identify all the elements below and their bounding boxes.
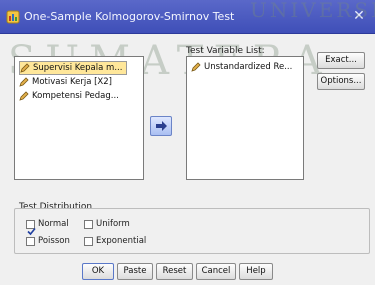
uniform-checkbox[interactable] xyxy=(84,220,93,229)
checkmark-icon xyxy=(27,227,36,236)
list-item-supervisi[interactable]: Supervisi Kepala m... xyxy=(19,61,128,75)
cancel-button[interactable]: Cancel xyxy=(196,263,236,280)
window-title: One-Sample Kolmogorov-Smirnov Test xyxy=(24,10,235,23)
list-item-unstandardized[interactable]: Unstandardized Re... xyxy=(191,61,292,73)
uniform-label: Uniform xyxy=(96,219,130,229)
list-item-label: Unstandardized Re... xyxy=(204,62,293,72)
list-item-label: Kompetensi Pedag... xyxy=(32,91,119,101)
help-button[interactable]: Help xyxy=(239,263,273,280)
list-item-label: Motivasi Kerja [X2] xyxy=(32,77,112,87)
poisson-label: Poisson xyxy=(38,236,70,246)
list-item-kompetensi[interactable]: Kompetensi Pedag... xyxy=(19,90,119,102)
move-variable-button[interactable] xyxy=(150,116,172,136)
test-distribution-group xyxy=(14,208,370,254)
reset-button[interactable]: Reset xyxy=(156,263,193,280)
pencil-icon xyxy=(191,61,201,72)
exponential-label: Exponential xyxy=(96,236,147,246)
app-icon xyxy=(6,9,20,24)
watermark-text-top: UNIVERSIT xyxy=(250,0,375,22)
paste-button[interactable]: Paste xyxy=(117,263,153,280)
test-variable-list[interactable]: Unstandardized Re... xyxy=(186,56,304,180)
right-arrow-icon xyxy=(156,121,167,131)
list-item-motivasi[interactable]: Motivasi Kerja [X2] xyxy=(19,76,112,88)
source-variable-list[interactable]: Supervisi Kepala m... Motivasi Kerja [X2… xyxy=(14,56,144,180)
poisson-checkbox[interactable] xyxy=(26,237,35,246)
exponential-checkbox[interactable] xyxy=(84,237,93,246)
normal-checkbox[interactable] xyxy=(26,220,36,236)
pencil-icon xyxy=(20,62,30,73)
list-item-label: Supervisi Kepala m... xyxy=(33,63,123,73)
pencil-icon xyxy=(19,90,29,101)
test-variable-list-label: Test Variable List: xyxy=(186,46,265,56)
pencil-icon xyxy=(19,76,29,87)
normal-label: Normal xyxy=(38,219,69,229)
ok-button[interactable]: OK xyxy=(82,263,114,280)
options-button[interactable]: Options... xyxy=(317,73,365,90)
exact-button[interactable]: Exact... xyxy=(317,52,365,69)
